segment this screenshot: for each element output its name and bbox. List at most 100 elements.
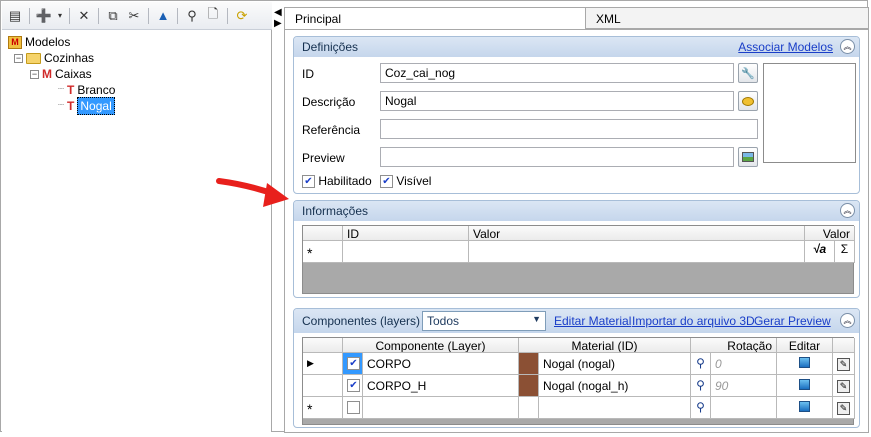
- column-header-componente[interactable]: Componente (Layer): [343, 338, 519, 353]
- column-header-valor[interactable]: Valor: [469, 226, 805, 241]
- new-row-id-cell[interactable]: [343, 241, 469, 263]
- referencia-field[interactable]: [380, 119, 758, 139]
- id-label: ID: [302, 67, 314, 81]
- collapse-icon[interactable]: ︽: [840, 203, 855, 218]
- tree-node-label: Nogal: [77, 97, 115, 115]
- rotacao-cell[interactable]: [711, 397, 777, 419]
- copy-icon[interactable]: ⧉: [104, 7, 122, 25]
- preview-label: Preview: [302, 151, 345, 165]
- visivel-checkbox[interactable]: ✔ Visível: [380, 174, 431, 189]
- gerar-preview-link[interactable]: Gerar Preview: [754, 314, 831, 328]
- definicoes-header: Definições Associar Modelos ︽: [294, 37, 859, 57]
- preview-field[interactable]: [380, 147, 734, 167]
- column-header-material[interactable]: Material (ID): [519, 338, 691, 353]
- tree-node-label: Branco: [77, 83, 116, 97]
- section-title: Definições: [302, 40, 359, 54]
- material-cell[interactable]: Nogal (nogal_h): [539, 375, 691, 397]
- componente-cell[interactable]: [363, 397, 519, 419]
- tree-node-caixas[interactable]: − M Caixas: [30, 66, 92, 82]
- tree-node-label: Caixas: [55, 67, 92, 81]
- rotacao-cell[interactable]: 0: [711, 353, 777, 375]
- edit-properties-icon: ✎: [837, 380, 850, 393]
- tree-node-nogal[interactable]: ┈ T Nogal: [58, 97, 115, 115]
- descricao-label: Descrição: [302, 95, 356, 109]
- edit-square-icon: [799, 401, 810, 412]
- checkbox-checked-icon: ✔: [302, 175, 315, 189]
- cut-icon[interactable]: ✂: [125, 7, 143, 25]
- tree-node-modelos[interactable]: M Modelos: [8, 34, 70, 50]
- formula-button[interactable]: √a: [805, 241, 835, 263]
- tree-node-cozinhas[interactable]: − Cozinhas: [14, 50, 94, 66]
- edit-properties-icon: ✎: [837, 358, 850, 371]
- preview-browse-button[interactable]: [738, 147, 758, 167]
- tree-node-label: Modelos: [25, 35, 71, 49]
- checkbox-checked-icon: ✔: [347, 357, 360, 371]
- rotacao-cell[interactable]: 90: [711, 375, 777, 397]
- material-cell[interactable]: [539, 397, 691, 419]
- informacoes-group: Informações ︽ ID Valor Valor * √a Σ: [293, 200, 860, 298]
- collapse-icon[interactable]: −: [14, 53, 23, 63]
- new-row-marker: *: [303, 241, 343, 263]
- wizard-icon: 🔧: [741, 67, 755, 80]
- component-checkbox-cell[interactable]: ✔: [343, 353, 363, 375]
- layer-filter-select[interactable]: Todos ▼: [422, 311, 546, 331]
- tab-principal[interactable]: Principal: [284, 7, 586, 29]
- texture-icon: T: [67, 99, 75, 113]
- find-material-button[interactable]: ⚲: [691, 375, 711, 397]
- model-group-icon: M: [42, 67, 52, 81]
- new-row-valor-cell[interactable]: [469, 241, 805, 263]
- id-wizard-button[interactable]: 🔧: [738, 63, 758, 83]
- id-field[interactable]: Coz_cai_nog: [380, 63, 734, 83]
- properties-button[interactable]: ✎: [833, 397, 855, 419]
- properties-button[interactable]: ✎: [833, 353, 855, 375]
- column-header-valor-2[interactable]: Valor: [805, 226, 855, 241]
- properties-icon[interactable]: ▤: [6, 7, 24, 25]
- tree-node-branco[interactable]: ┈ T Branco: [58, 82, 115, 98]
- row-indicator: ▶: [303, 353, 343, 375]
- properties-button[interactable]: ✎: [833, 375, 855, 397]
- find-material-button[interactable]: ⚲: [691, 397, 711, 419]
- chevron-down-icon[interactable]: ▾: [56, 7, 64, 25]
- component-checkbox-cell[interactable]: [343, 397, 363, 419]
- find-icon[interactable]: ⚲: [183, 7, 201, 25]
- collapse-icon[interactable]: ︽: [840, 313, 855, 328]
- speech-bubble-icon: [742, 96, 754, 106]
- editar-button[interactable]: [777, 397, 833, 419]
- referencia-label: Referência: [302, 123, 361, 137]
- tab-xml[interactable]: XML: [585, 7, 869, 29]
- column-header-id[interactable]: ID: [343, 226, 469, 241]
- collapse-icon[interactable]: ︽: [840, 39, 855, 54]
- sum-button[interactable]: Σ: [835, 241, 855, 263]
- edit-square-icon: [799, 357, 810, 368]
- red-arrow-icon: [216, 178, 289, 207]
- componente-cell[interactable]: CORPO_H: [363, 375, 519, 397]
- delete-icon[interactable]: ✕: [75, 7, 93, 25]
- preview-image-box: [763, 63, 856, 163]
- row-indicator: [303, 375, 343, 397]
- associar-modelos-link[interactable]: Associar Modelos: [738, 40, 833, 54]
- collapse-panel-icon[interactable]: ◀ ▶: [274, 7, 282, 29]
- grid-header-filler: [833, 338, 855, 353]
- principal-tab-content: Definições Associar Modelos ︽ ID Coz_cai…: [284, 29, 869, 433]
- editar-button[interactable]: [777, 353, 833, 375]
- habilitado-checkbox[interactable]: ✔ Habilitado: [302, 174, 372, 189]
- descricao-field[interactable]: Nogal: [380, 91, 734, 111]
- componente-cell[interactable]: CORPO: [363, 353, 519, 375]
- refresh-icon[interactable]: ⟳: [233, 7, 251, 25]
- editar-button[interactable]: [777, 375, 833, 397]
- move-up-icon[interactable]: ▲: [154, 7, 172, 25]
- editar-material-link[interactable]: Editar Material: [554, 314, 631, 328]
- descricao-button[interactable]: [738, 91, 758, 111]
- column-header-editar[interactable]: Editar: [777, 338, 833, 353]
- material-cell[interactable]: Nogal (nogal): [539, 353, 691, 375]
- importar-3d-link[interactable]: Importar do arquivo 3D: [632, 314, 755, 328]
- tree-node-label: Cozinhas: [44, 51, 95, 65]
- chevron-down-icon: ▼: [532, 314, 541, 324]
- column-header-rotacao[interactable]: Rotação: [691, 338, 777, 353]
- add-icon[interactable]: ➕: [35, 7, 53, 25]
- material-swatch: [519, 353, 539, 375]
- find-material-button[interactable]: ⚲: [691, 353, 711, 375]
- page-icon[interactable]: 🗋: [204, 6, 222, 25]
- collapse-icon[interactable]: −: [30, 69, 39, 79]
- component-checkbox-cell[interactable]: ✔: [343, 375, 363, 397]
